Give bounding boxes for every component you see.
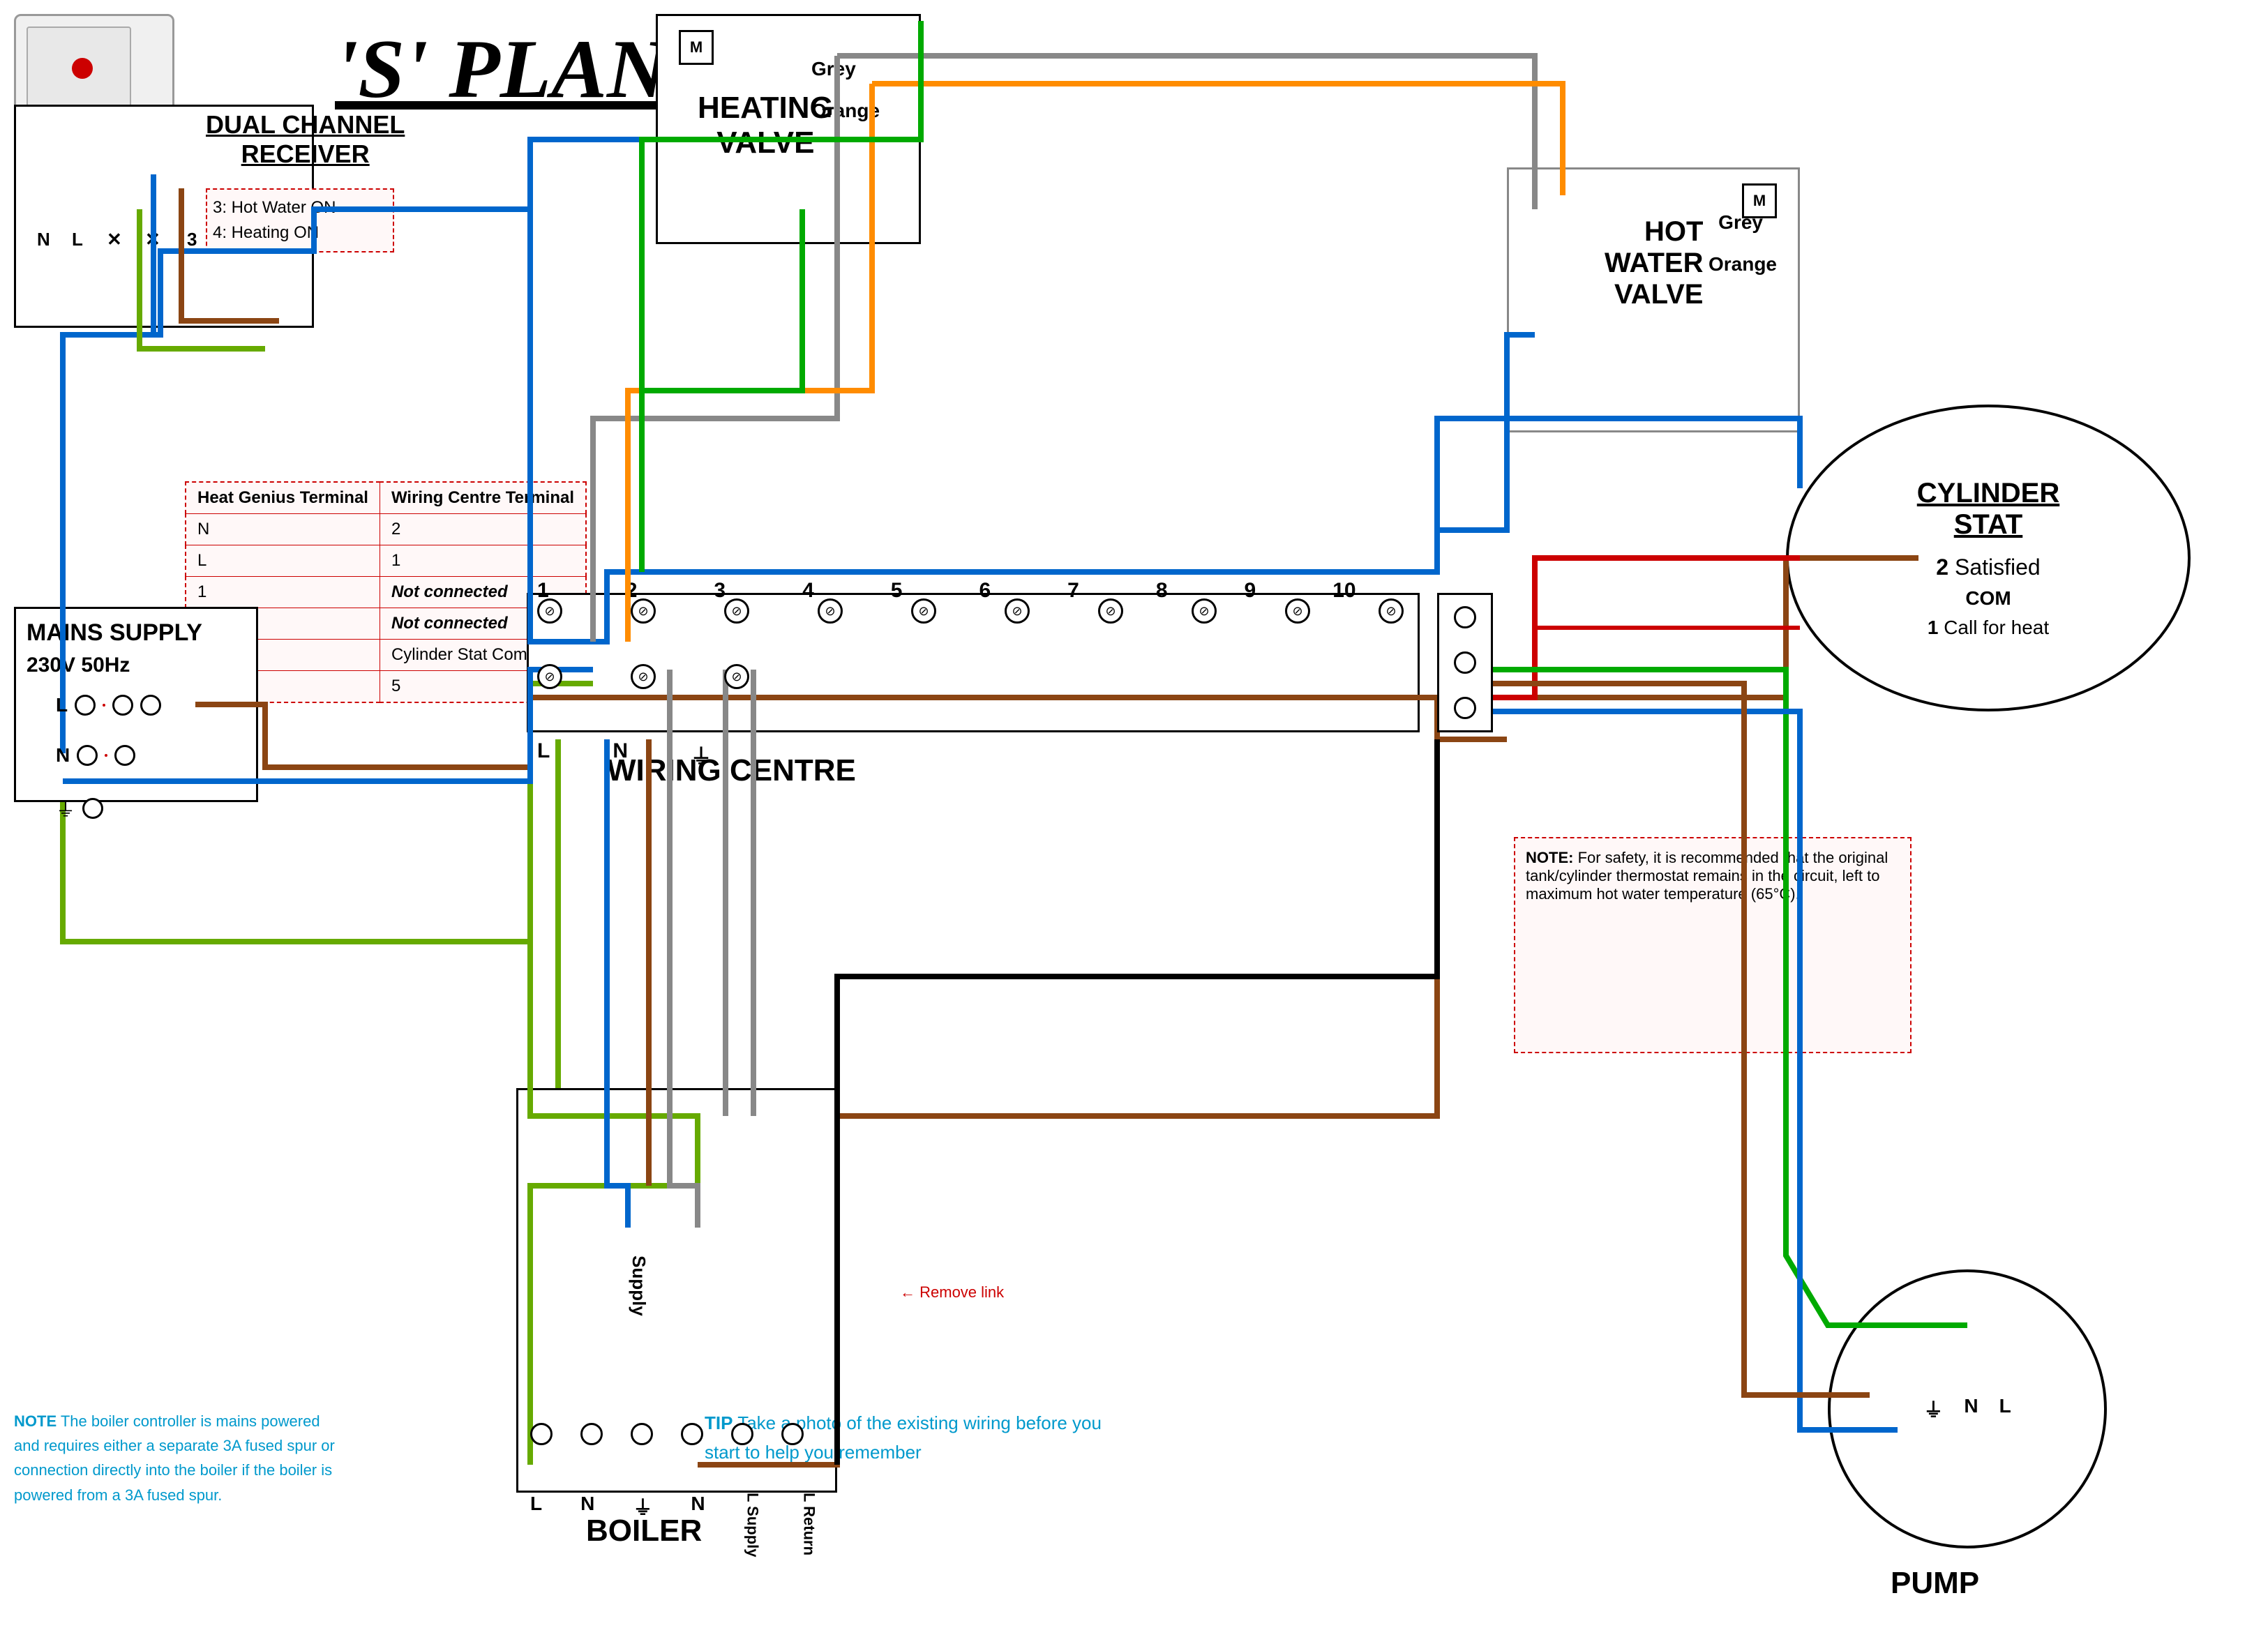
wc-terminal-circles-top: ⊘ ⊘ ⊘ ⊘ ⊘ ⊘ ⊘ ⊘ ⊘ ⊘ bbox=[537, 598, 1404, 624]
terminal-circle bbox=[681, 1423, 703, 1445]
cylinder-stat-com: COM bbox=[1965, 587, 2011, 610]
pump-circle: ⏚ N L bbox=[1828, 1269, 2107, 1548]
wiring-col2-header: Wiring Centre Terminal bbox=[380, 482, 586, 514]
boiler-terminal-labels: L N ⏚ N L Supply L Return bbox=[530, 1493, 818, 1558]
terminal-circle bbox=[580, 1423, 603, 1445]
terminal-circle: ⊘ bbox=[1285, 598, 1310, 624]
note-text: For safety, it is recommended that the o… bbox=[1526, 849, 1888, 903]
terminal-circle bbox=[631, 1423, 653, 1445]
terminal-x2: ✕ bbox=[145, 229, 160, 250]
note-box: NOTE: For safety, it is recommended that… bbox=[1514, 837, 1912, 1053]
table-cell: L bbox=[186, 545, 380, 577]
mains-n-label: N bbox=[56, 744, 70, 767]
terminal-circle: ⊘ bbox=[537, 598, 562, 624]
mains-supply-title: MAINS SUPPLY bbox=[27, 619, 246, 647]
programmer-indicator bbox=[72, 58, 93, 79]
terminal-circle: ⊘ bbox=[1005, 598, 1030, 624]
terminal-circle: ⊘ bbox=[1192, 598, 1217, 624]
pump-title: PUMP bbox=[1891, 1566, 1979, 1601]
receiver-title: DUAL CHANNEL RECEIVER bbox=[206, 110, 405, 169]
terminal-circle: ⊘ bbox=[724, 598, 749, 624]
boiler-l-supply: L Supply bbox=[744, 1493, 762, 1558]
terminal-circle: ⊘ bbox=[818, 598, 843, 624]
terminal-circle bbox=[530, 1423, 553, 1445]
bottom-note: NOTE The boiler controller is mains powe… bbox=[14, 1409, 342, 1507]
table-cell: 1 bbox=[186, 577, 380, 608]
hot-water-grey-label: Grey bbox=[1718, 211, 1763, 234]
terminal-circle: ⊘ bbox=[911, 598, 936, 624]
terminal-circle: ⊘ bbox=[724, 664, 749, 689]
terminal-3: 3 bbox=[187, 229, 197, 250]
boiler-earth: ⏚ bbox=[633, 1493, 652, 1558]
table-cell: 2 bbox=[380, 514, 586, 545]
extra-terminal-block bbox=[1437, 593, 1493, 732]
wc-terminal-circles-bottom: ⊘ ⊘ ⊘ bbox=[537, 664, 749, 689]
supply-label: Supply bbox=[628, 1255, 649, 1316]
boiler-n2: N bbox=[691, 1493, 705, 1558]
table-row: 1 Not connected bbox=[186, 577, 586, 608]
terminal-circle bbox=[781, 1423, 804, 1445]
mains-earth-label: ⏚ bbox=[56, 794, 75, 822]
cylinder-stat-container: CYLINDER STAT 2 Satisfied COM 1 Call for… bbox=[1786, 405, 2218, 739]
wc-bottom-labels: L N ⏚ bbox=[537, 739, 712, 770]
remove-link-arrow: ← bbox=[900, 1283, 919, 1301]
table-cell: N bbox=[186, 514, 380, 545]
receiver-info-box: 3: Hot Water ON 4: Heating ON bbox=[206, 188, 394, 252]
terminal-circle: ⊘ bbox=[631, 664, 656, 689]
terminal-circle: ⊘ bbox=[631, 598, 656, 624]
page-title: 'S' PLAN bbox=[335, 21, 668, 117]
boiler-l: L bbox=[530, 1493, 542, 1558]
table-row: L 1 bbox=[186, 545, 586, 577]
terminal-circle: ⊘ bbox=[537, 664, 562, 689]
terminal-circle: ⊘ bbox=[1379, 598, 1404, 624]
mains-connectors: L N ⏚ bbox=[56, 694, 161, 822]
cylinder-stat-terminal2: 2 Satisfied bbox=[1936, 555, 2040, 580]
boiler-terminal-circles bbox=[530, 1423, 804, 1445]
mains-earth-row: ⏚ bbox=[56, 794, 161, 822]
terminal-n: N bbox=[37, 229, 50, 250]
note-bold: NOTE: bbox=[1526, 849, 1573, 866]
terminal-l: L bbox=[72, 229, 83, 250]
table-cell: 1 bbox=[380, 545, 586, 577]
pump-terminals: ⏚ N L bbox=[1923, 1395, 2011, 1423]
mains-supply-voltage: 230V 50Hz bbox=[27, 654, 246, 677]
wiring-col1-header: Heat Genius Terminal bbox=[186, 482, 380, 514]
receiver-info-line1: 3: Hot Water ON bbox=[213, 195, 387, 220]
receiver-info-line2: 4: Heating ON bbox=[213, 220, 387, 246]
hot-water-valve-title: HOT WATER VALVE bbox=[1605, 216, 1703, 310]
remove-link-label: ← Remove link bbox=[900, 1283, 1004, 1302]
heating-valve-title: HEATING VALVE bbox=[698, 91, 834, 160]
table-row: N 2 bbox=[186, 514, 586, 545]
boiler-l-return: L Return bbox=[800, 1493, 818, 1558]
boiler-n: N bbox=[580, 1493, 594, 1558]
terminal-circle bbox=[731, 1423, 753, 1445]
cylinder-stat-oval: CYLINDER STAT 2 Satisfied COM 1 Call for… bbox=[1786, 405, 2191, 711]
cylinder-stat-terminal1: 1 Call for heat bbox=[1928, 617, 2049, 639]
cylinder-stat-title: CYLINDER STAT bbox=[1917, 478, 2059, 541]
mains-l-terminal bbox=[75, 695, 96, 716]
hot-water-orange-label: Orange bbox=[1708, 253, 1777, 276]
terminal-x1: ✕ bbox=[107, 229, 122, 250]
mains-n-row: N bbox=[56, 744, 161, 767]
terminal-circle: ⊘ bbox=[1098, 598, 1123, 624]
diagram-container: 'S' PLAN N L ✕ ✕ 3 4 DUAL CHANNEL RECEIV… bbox=[0, 0, 2268, 1644]
mains-l-row: L bbox=[56, 694, 161, 716]
heating-grey-label: Grey bbox=[811, 58, 856, 80]
mains-l-label: L bbox=[56, 694, 68, 716]
heating-motor-label: M bbox=[679, 30, 714, 65]
